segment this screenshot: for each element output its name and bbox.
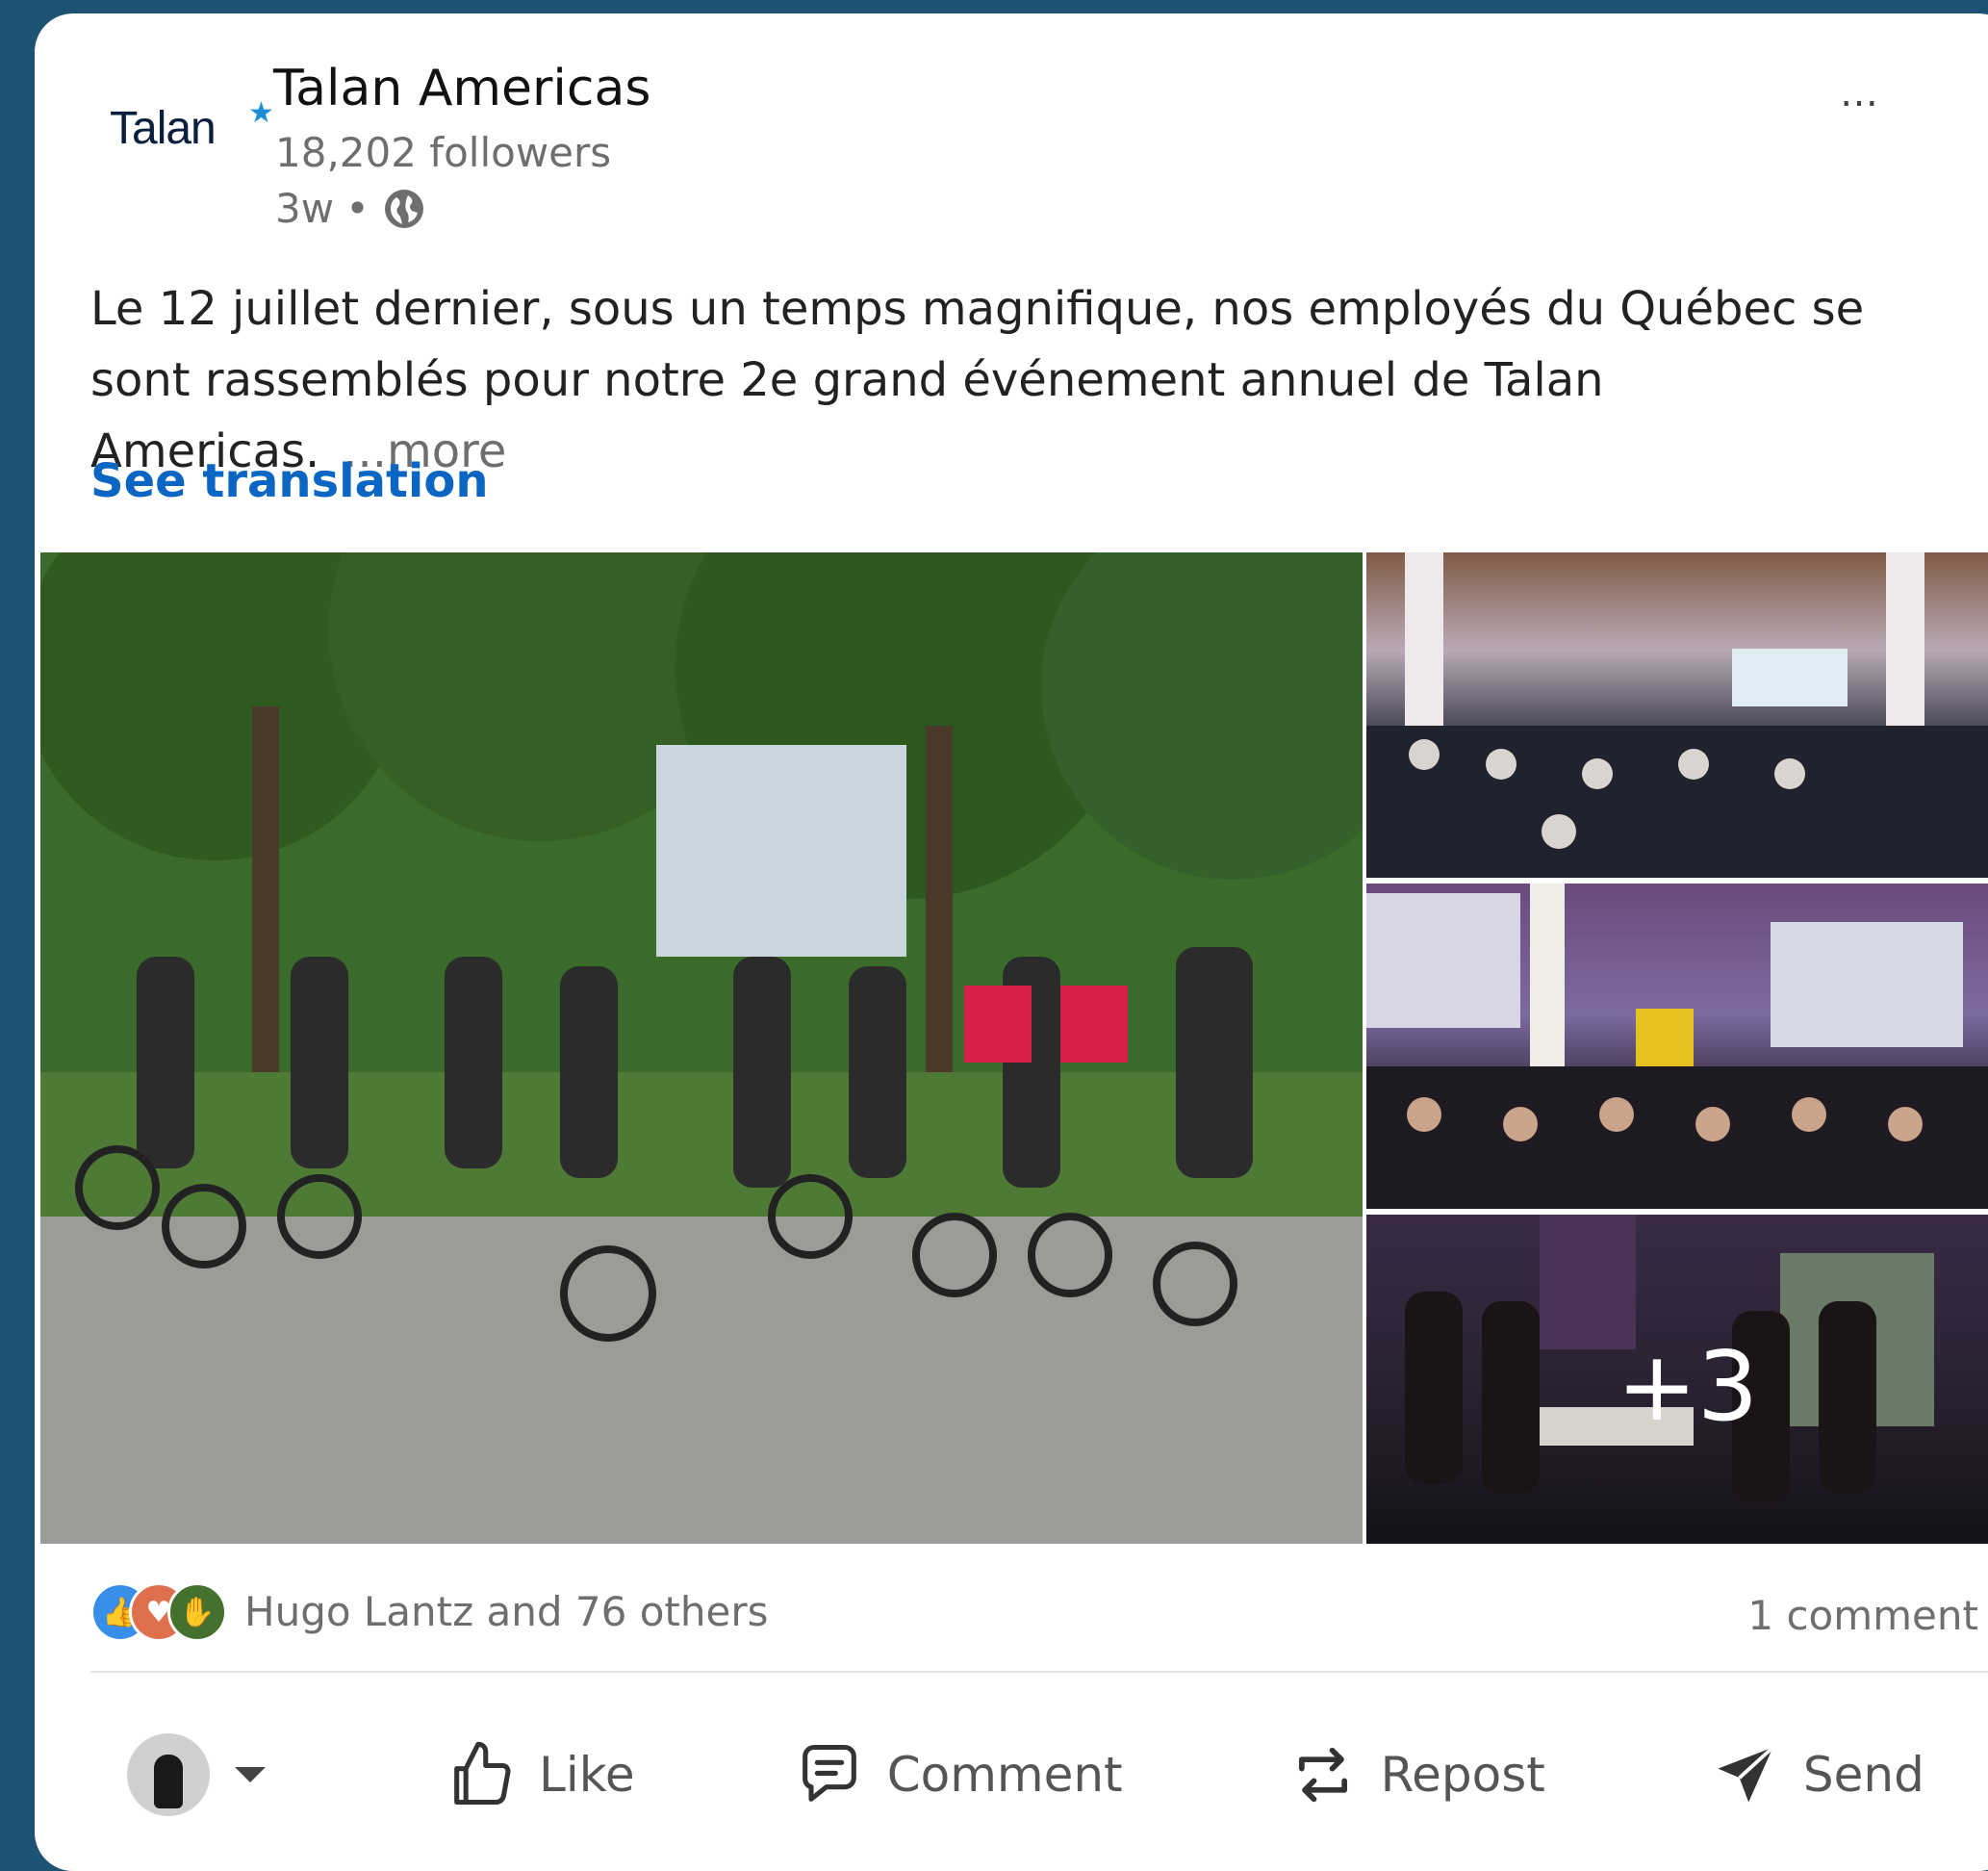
logo-text: Talan (110, 103, 217, 154)
send-button[interactable]: Send (1709, 1738, 1924, 1811)
action-bar: Like Comment Repost Send (127, 1717, 1955, 1833)
send-label: Send (1802, 1747, 1924, 1803)
caret-down-icon (235, 1767, 266, 1782)
see-translation-link[interactable]: See translation (90, 454, 489, 508)
meta-separator: • (345, 185, 370, 232)
conference-hall-photo (1366, 552, 1988, 878)
like-label: Like (539, 1747, 635, 1803)
reaction-icons: 👍 ♥ ✋ (90, 1582, 227, 1642)
more-images-count: +3 (1617, 1330, 1759, 1443)
repost-button[interactable]: Repost (1287, 1738, 1545, 1811)
comment-label: Comment (886, 1747, 1123, 1803)
like-icon (454, 1741, 511, 1806)
comment-count[interactable]: 1 comment (1747, 1592, 1978, 1639)
post-image-side-2[interactable] (1366, 884, 1988, 1209)
logo-star-icon: ★ (248, 97, 274, 129)
follower-count: 18,202 followers (275, 129, 612, 176)
reactions-text[interactable]: Hugo Lantz and 76 others (244, 1588, 768, 1635)
repost-icon (1298, 1747, 1347, 1803)
comment-button[interactable]: Comment (793, 1738, 1123, 1811)
like-button[interactable]: Like (445, 1738, 635, 1811)
company-logo[interactable]: Talan ★ (110, 97, 274, 189)
post-image-side-3[interactable]: +3 (1366, 1215, 1988, 1544)
post-image-side-1[interactable] (1366, 552, 1988, 878)
celebrate-icon: ✋ (167, 1582, 227, 1642)
cyclists-group-photo (40, 552, 1363, 1544)
post-image-main[interactable] (40, 552, 1363, 1544)
actions-divider (90, 1671, 1988, 1673)
post-card: Talan ★ Talan Americas 18,202 followers … (35, 13, 1988, 1871)
reaction-identity-selector[interactable] (127, 1733, 300, 1816)
stage-presentation-photo (1366, 884, 1988, 1209)
avatar (127, 1733, 210, 1816)
send-icon (1718, 1746, 1774, 1803)
post-meta: 3w • (275, 185, 427, 232)
reactions-summary[interactable]: 👍 ♥ ✋ Hugo Lantz and 76 others (90, 1582, 768, 1642)
author-name[interactable]: Talan Americas (273, 60, 650, 117)
comment-icon (802, 1744, 856, 1802)
repost-label: Repost (1380, 1747, 1545, 1803)
globe-icon (384, 189, 423, 228)
more-options-icon[interactable]: … (1840, 71, 1882, 115)
post-time: 3w (275, 185, 335, 232)
